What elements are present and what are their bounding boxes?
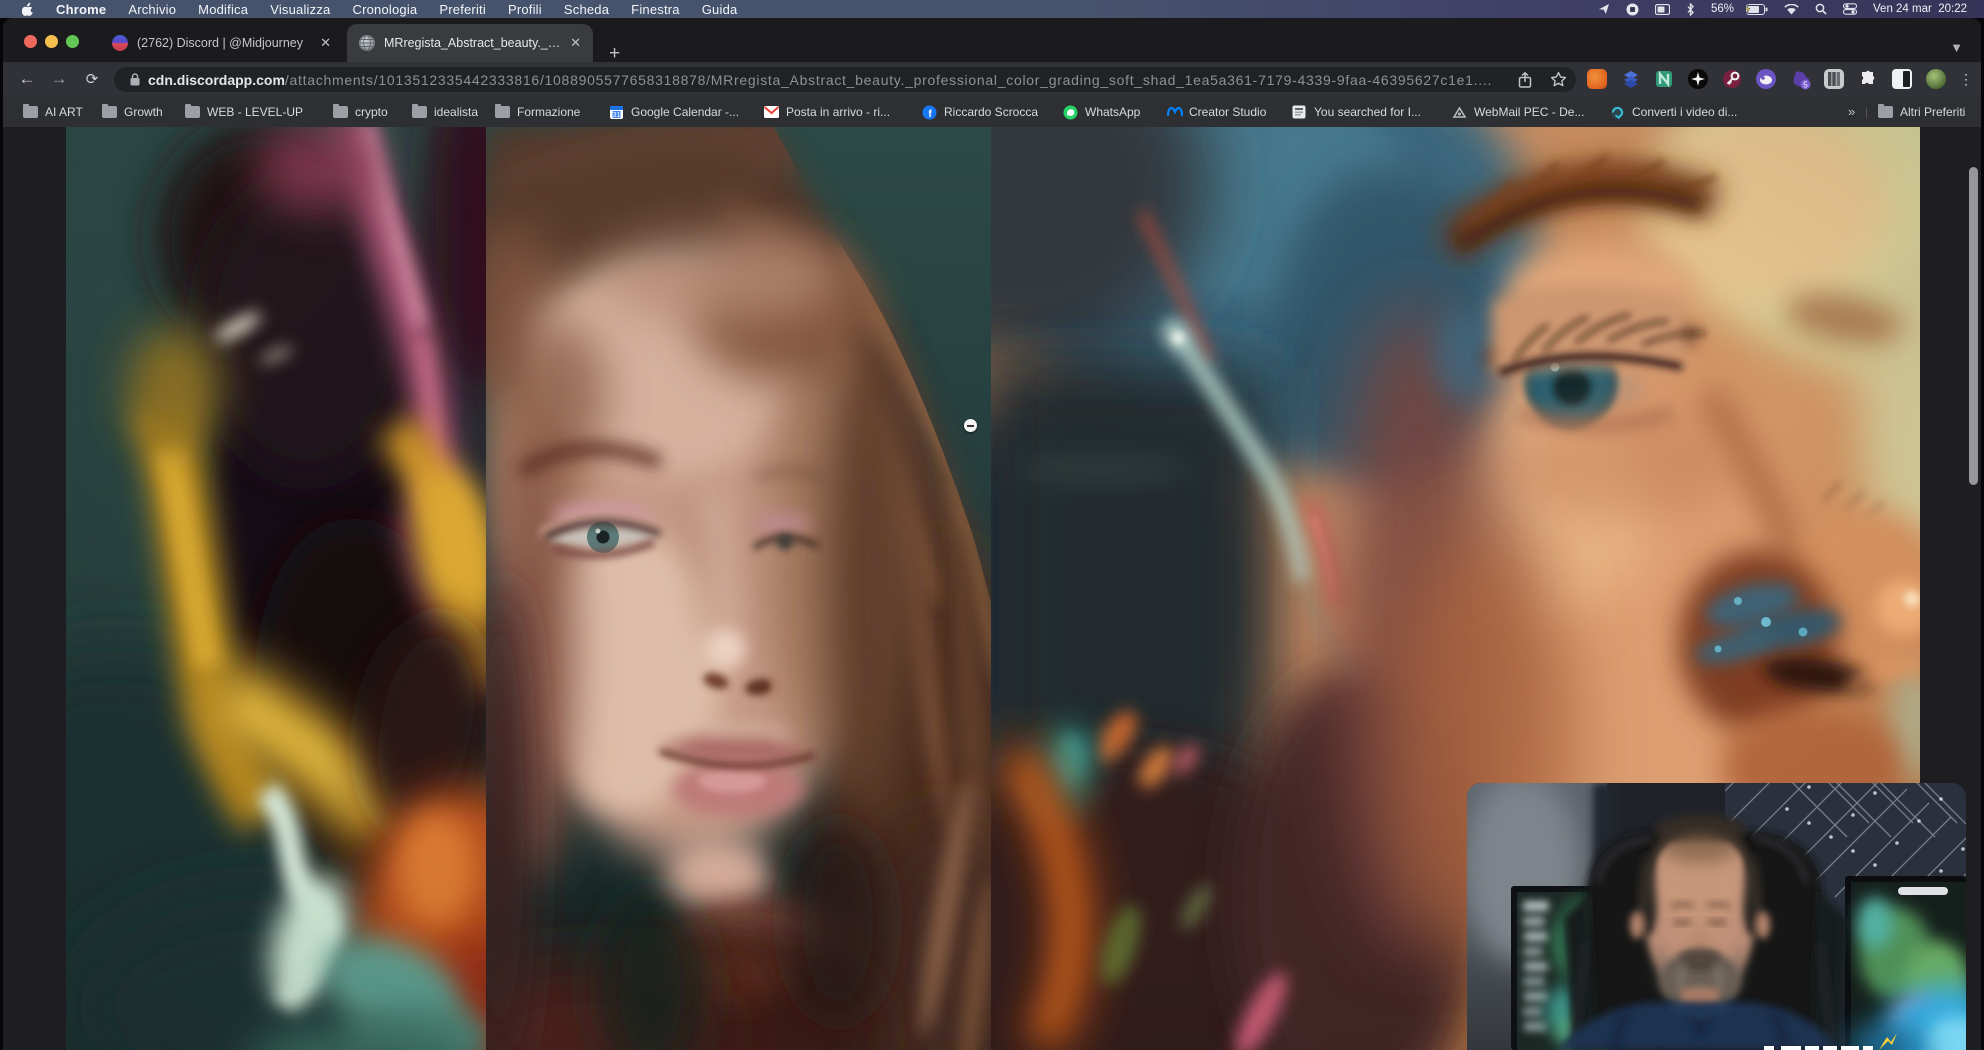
- svg-text:5: 5: [1803, 81, 1808, 90]
- svg-text:31: 31: [613, 112, 621, 119]
